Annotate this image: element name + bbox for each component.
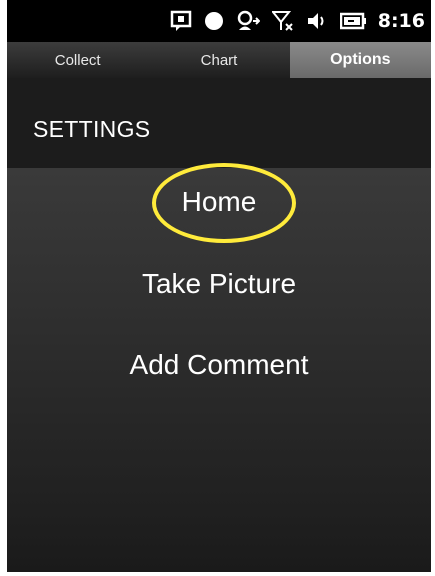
- clock: 8:16: [377, 10, 425, 32]
- menu-item-take-picture[interactable]: Take Picture: [7, 268, 431, 300]
- phone-icon[interactable]: [236, 10, 260, 32]
- status-bar: 8:16: [7, 0, 431, 42]
- signal-icon[interactable]: [271, 10, 294, 32]
- settings-header: SETTINGS: [7, 78, 431, 168]
- tab-options[interactable]: Options: [289, 42, 431, 78]
- menu-item-add-comment[interactable]: Add Comment: [7, 349, 431, 381]
- tab-collect[interactable]: Collect: [7, 42, 148, 78]
- device-screen: 8:16 Collect Chart Options SETTINGS Home…: [7, 0, 431, 572]
- tab-bar: Collect Chart Options: [7, 42, 431, 78]
- highlight-circle: [152, 163, 296, 243]
- page-title: SETTINGS: [33, 116, 151, 142]
- record-icon[interactable]: [204, 11, 224, 31]
- tab-chart[interactable]: Chart: [148, 42, 289, 78]
- notification-icon[interactable]: [170, 10, 192, 32]
- battery-icon[interactable]: [339, 11, 366, 31]
- volume-icon[interactable]: [306, 10, 328, 32]
